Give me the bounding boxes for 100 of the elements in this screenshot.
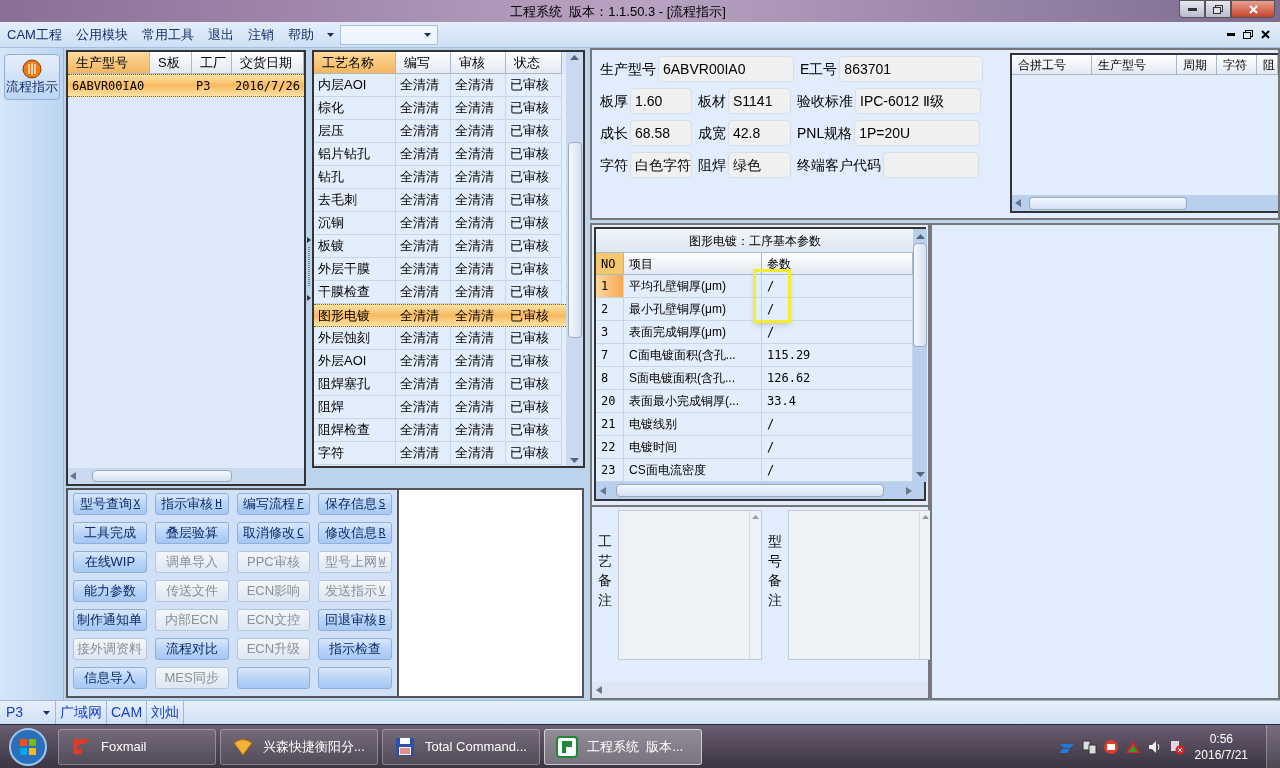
text-field[interactable]: S1141: [728, 88, 791, 114]
scrollbar-thumb[interactable]: [1029, 196, 1187, 210]
table-row[interactable]: 外层干膜 全清清 全清清 已审核: [314, 258, 566, 281]
column-header[interactable]: 字符: [1217, 55, 1257, 75]
column-header[interactable]: NO: [596, 253, 624, 275]
taskbar-button[interactable]: Foxmail: [58, 728, 216, 765]
table-row[interactable]: 铝片钻孔 全清清 全清清 已审核: [314, 143, 566, 166]
table-row[interactable]: 7 C面电镀面积(含孔... 115.29: [596, 344, 913, 367]
action-button[interactable]: 编写流程 F: [236, 493, 311, 515]
table-row[interactable]: 字符 全清清 全清清 已审核: [314, 442, 566, 465]
table-row[interactable]: 层压 全清清 全清清 已审核: [314, 120, 566, 143]
scrollbar-thumb[interactable]: [913, 243, 927, 347]
horizontal-scrollbar[interactable]: [596, 482, 924, 499]
action-button[interactable]: [318, 667, 392, 689]
network-error-icon[interactable]: [1168, 738, 1185, 755]
minimize-button[interactable]: [1179, 0, 1205, 18]
horizontal-scrollbar[interactable]: [68, 468, 304, 484]
action-button[interactable]: 回退审核 B: [318, 609, 392, 631]
close-button[interactable]: [1231, 0, 1275, 18]
maximize-button[interactable]: [1205, 0, 1231, 18]
table-row[interactable]: 干膜检查 全清清 全清清 已审核: [314, 281, 566, 304]
column-header[interactable]: 阻: [1257, 55, 1278, 75]
action-button[interactable]: 指示审核 H: [154, 493, 229, 515]
action-button[interactable]: 保存信息S: [318, 493, 392, 515]
text-field[interactable]: 863701: [839, 56, 984, 82]
column-header[interactable]: 工厂: [192, 52, 232, 74]
action-button[interactable]: 指示检查: [318, 638, 392, 660]
action-button[interactable]: 信息导入: [73, 667, 147, 689]
close-icon[interactable]: [1261, 30, 1270, 39]
table-row[interactable]: 20 表面最小完成铜厚(... 33.4: [596, 390, 913, 413]
text-field[interactable]: 42.8: [728, 120, 791, 146]
vertical-scrollbar[interactable]: [566, 52, 583, 466]
start-button[interactable]: [8, 726, 48, 767]
column-header[interactable]: 工艺名称: [314, 52, 396, 74]
column-header[interactable]: S板: [150, 52, 192, 74]
table-row[interactable]: 板镀 全清清 全清清 已审核: [314, 235, 566, 258]
menu-item[interactable]: CAM工程: [0, 24, 69, 45]
text-field[interactable]: 6ABVR00IA0: [658, 56, 794, 82]
table-row[interactable]: 去毛刺 全清清 全清清 已审核: [314, 189, 566, 212]
note-textarea[interactable]: [618, 510, 762, 660]
horizontal-scrollbar[interactable]: [592, 682, 928, 698]
caret-icon[interactable]: [326, 32, 334, 37]
caret-icon[interactable]: [43, 710, 50, 715]
text-field[interactable]: 1P=20U: [854, 120, 981, 146]
menu-item[interactable]: 注销: [240, 24, 281, 45]
table-row[interactable]: 21 电镀线别 /: [596, 413, 913, 436]
action-button[interactable]: 修改信息R: [318, 522, 392, 544]
taskbar-button[interactable]: Total Command...: [382, 728, 540, 765]
splitter-handle-icon[interactable]: [306, 237, 312, 301]
menu-item[interactable]: 帮助: [280, 24, 321, 45]
action-button[interactable]: 叠层验算: [154, 522, 229, 544]
action-button[interactable]: 能力参数: [73, 580, 147, 602]
menu-item[interactable]: 退出: [200, 24, 241, 45]
text-field[interactable]: 1.60: [630, 88, 692, 114]
menu-item[interactable]: 常用工具: [134, 24, 201, 45]
combo-box[interactable]: [339, 24, 438, 45]
table-row[interactable]: 8 S面电镀面积(含孔... 126.62: [596, 367, 913, 390]
column-header[interactable]: 生产型号: [68, 52, 150, 74]
table-row[interactable]: 内层AOI 全清清 全清清 已审核: [314, 74, 566, 97]
text-field[interactable]: [883, 152, 979, 178]
table-row[interactable]: 棕化 全清清 全清清 已审核: [314, 97, 566, 120]
column-header[interactable]: 生产型号: [1092, 55, 1177, 75]
text-field[interactable]: 68.58: [630, 120, 692, 146]
column-header[interactable]: 编写: [396, 52, 451, 74]
column-header[interactable]: 周期: [1177, 55, 1217, 75]
show-desktop-button[interactable]: [1266, 725, 1280, 768]
restore-icon[interactable]: [1243, 30, 1253, 39]
table-row[interactable]: 钻孔 全清清 全清清 已审核: [314, 166, 566, 189]
action-button[interactable]: [236, 667, 311, 689]
table-row[interactable]: 23 CS面电流密度 /: [596, 459, 913, 482]
action-button[interactable]: 流程对比: [154, 638, 229, 660]
network-icon[interactable]: [1080, 738, 1097, 755]
table-row[interactable]: 外层蚀刻 全清清 全清清 已审核: [314, 327, 566, 350]
column-header[interactable]: 项目: [624, 253, 762, 275]
text-field[interactable]: IPC-6012 Ⅱ级: [855, 88, 981, 114]
table-row[interactable]: 阻焊 全清清 全清清 已审核: [314, 396, 566, 419]
column-header[interactable]: 状态: [506, 52, 562, 74]
taskbar-button[interactable]: 工程系统 版本...: [544, 728, 702, 765]
taskbar-button[interactable]: 兴森快捷衡阳分...: [220, 728, 378, 765]
table-row[interactable]: 外层AOI 全清清 全清清 已审核: [314, 350, 566, 373]
action-button[interactable]: 取消修改 C: [236, 522, 311, 544]
action-button[interactable]: 工具完成: [73, 522, 147, 544]
table-row[interactable]: 阻焊塞孔 全清清 全清清 已审核: [314, 373, 566, 396]
column-header[interactable]: 合拼工号: [1012, 55, 1092, 75]
text-field[interactable]: 绿色: [728, 152, 791, 178]
column-header[interactable]: 交货日期: [232, 52, 304, 74]
vertical-scrollbar[interactable]: [913, 229, 927, 482]
menu-item[interactable]: 公用模块: [68, 24, 135, 45]
table-row[interactable]: 6ABVR00IA0 P3 2016/7/26: [68, 74, 304, 97]
table-row[interactable]: 沉铜 全清清 全清清 已审核: [314, 212, 566, 235]
action-button[interactable]: 制作通知单: [73, 609, 147, 631]
action-button[interactable]: 在线WIP: [73, 551, 147, 573]
action-button[interactable]: 型号查询 X: [73, 493, 147, 515]
table-row[interactable]: 阻焊检查 全清清 全清清 已审核: [314, 419, 566, 442]
scrollbar-thumb[interactable]: [567, 142, 582, 338]
vertical-scrollbar[interactable]: [749, 511, 761, 659]
scrollbar-thumb[interactable]: [92, 470, 232, 482]
sidebar-button[interactable]: 流程指示: [3, 54, 60, 100]
horizontal-scrollbar[interactable]: [1012, 195, 1278, 211]
scrollbar-thumb[interactable]: [616, 484, 884, 497]
